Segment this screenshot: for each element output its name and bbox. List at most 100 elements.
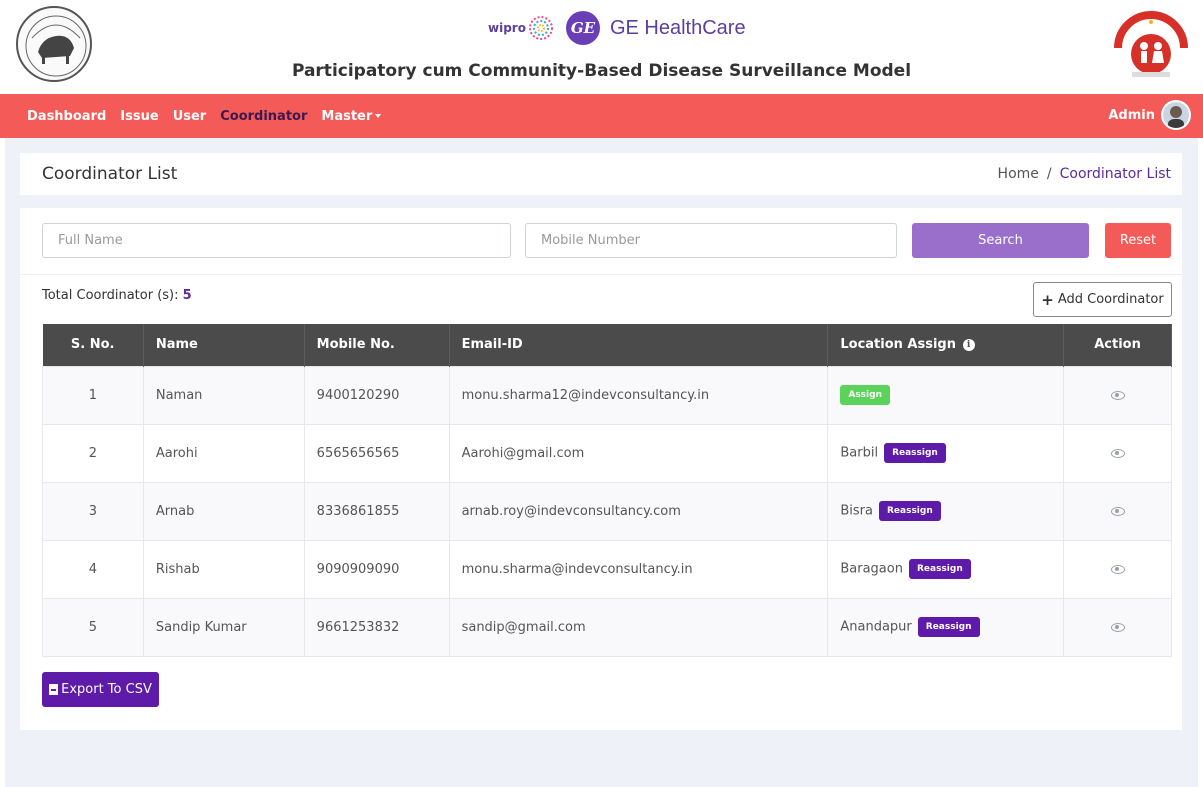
cell-name: Naman [142,365,305,425]
full-name-input[interactable]: Full Name [42,223,511,258]
breadcrumb-current: Coordinator List [1059,166,1171,182]
cell-email: sandip@gmail.com [448,597,829,657]
cell-sno: 5 [42,597,144,657]
nav-item-master[interactable]: Master [321,108,382,124]
cell-mobile: 9661253832 [303,597,450,657]
total-label: Total Coordinator (s): [42,288,179,303]
nav-item-master-label: Master [321,108,373,124]
site-header: wipro GE GE HealthCare Participatory cum… [0,0,1203,94]
wipro-dots-icon [528,16,553,40]
export-csv-label: Export To CSV [61,682,152,697]
admin-menu[interactable]: Admin [1108,100,1191,130]
caret-down-icon [375,114,382,118]
nav-item-dashboard[interactable]: Dashboard [27,109,106,124]
cell-mobile: 8336861855 [303,481,450,541]
page-title-bar: Coordinator List Home / Coordinator List [20,153,1182,195]
column-header-email: Email-ID [449,324,829,366]
page-title: Coordinator List [42,164,178,184]
cell-location: Bisra Reassign [827,481,1065,541]
eye-icon[interactable] [1110,564,1125,574]
eye-icon[interactable] [1110,622,1125,632]
breadcrumb-separator: / [1046,166,1052,182]
nav-item-coordinator[interactable]: Coordinator [220,109,307,124]
table-row: 4 Rishab 9090909090 monu.sharma@indevcon… [42,539,1172,599]
table-row: 1 Naman 9400120290 monu.sharma12@indevco… [42,365,1172,425]
table-row: 5 Sandip Kumar 9661253832 sandip@gmail.c… [42,597,1172,657]
mobile-number-input[interactable]: Mobile Number [525,223,897,258]
cell-action [1063,539,1172,599]
export-csv-button[interactable]: Export To CSV [42,672,159,707]
column-header-sno: S. No. [42,324,144,366]
eye-icon[interactable] [1110,448,1125,458]
nav-menu: Dashboard Issue User Coordinator Master [27,94,395,138]
eye-icon[interactable] [1110,390,1125,400]
wipro-logo: wipro [488,21,526,35]
cell-name: Rishab [142,539,305,599]
cell-sno: 1 [42,365,144,425]
cell-action [1063,597,1172,657]
partner-logos: wipro GE GE HealthCare [488,10,746,46]
location-name: Barbil [840,445,879,461]
plus-icon: + [1041,290,1054,309]
add-coordinator-button[interactable]: + Add Coordinator [1033,282,1172,317]
cell-email: monu.sharma@indevconsultancy.in [448,539,829,599]
file-icon [49,684,59,695]
cell-location: Anandapur Reassign [827,597,1065,657]
reassign-button[interactable]: Reassign [908,559,971,579]
nav-item-user[interactable]: User [173,109,207,124]
column-header-action: Action [1063,324,1172,366]
total-coordinators: Total Coordinator (s): 5 [42,288,192,303]
cell-mobile: 9090909090 [303,539,450,599]
breadcrumb-home[interactable]: Home [998,166,1039,182]
cell-sno: 2 [42,423,144,483]
location-name: Anandapur [840,619,912,635]
reset-button[interactable]: Reset [1105,223,1171,258]
cell-location: Baragaon Reassign [827,539,1065,599]
column-header-location-label: Location Assign [840,337,956,353]
nhm-logo [1114,11,1188,77]
cell-name: Arnab [142,481,305,541]
location-name: Bisra [840,503,873,519]
column-header-mobile: Mobile No. [304,324,450,366]
reassign-button[interactable]: Reassign [917,617,980,637]
site-title: Participatory cum Community-Based Diseas… [291,61,912,81]
cell-email: arnab.roy@indevconsultancy.com [448,481,829,541]
table-row: 3 Arnab 8336861855 arnab.roy@indevconsul… [42,481,1172,541]
cell-action [1063,481,1172,541]
cell-sno: 4 [42,539,144,599]
search-button[interactable]: Search [912,223,1089,258]
location-name: Baragaon [840,561,903,577]
admin-label: Admin [1108,107,1155,123]
column-header-name: Name [143,324,305,366]
cell-email: Aarohi@gmail.com [448,423,829,483]
assign-button[interactable]: Assign [840,385,890,405]
avatar[interactable] [1161,100,1191,130]
cell-sno: 3 [42,481,144,541]
cell-action [1063,365,1172,425]
cell-action [1063,423,1172,483]
eye-icon[interactable] [1110,506,1125,516]
reassign-button[interactable]: Reassign [878,501,941,521]
reassign-button[interactable]: Reassign [884,443,946,463]
cell-name: Aarohi [142,423,305,483]
coordinator-card: Full Name Mobile Number Search Reset Tot… [20,208,1182,730]
cell-mobile: 6565656565 [303,423,450,483]
table-row: 2 Aarohi 6565656565 Aarohi@gmail.com Bar… [42,423,1172,483]
nav-item-issue[interactable]: Issue [120,109,158,124]
main-navbar: Dashboard Issue User Coordinator Master … [0,94,1203,138]
breadcrumb: Home / Coordinator List [998,166,1171,182]
total-count: 5 [182,288,192,303]
table-header-row: S. No. Name Mobile No. Email-ID Location… [42,324,1172,366]
cell-location: Barbil Reassign [827,423,1065,483]
divider [20,274,1182,275]
add-coordinator-label: Add Coordinator [1057,292,1164,307]
cell-email: monu.sharma12@indevconsultancy.in [448,365,829,425]
coordinator-table: S. No. Name Mobile No. Email-ID Location… [42,324,1172,657]
cell-mobile: 9400120290 [303,365,450,425]
ge-healthcare-label: GE HealthCare [609,16,746,39]
column-header-location: Location Assign i [827,324,1065,366]
ge-monogram-logo: GE [565,11,600,45]
cell-location: Assign [827,365,1065,425]
cell-name: Sandip Kumar [142,597,305,657]
info-icon[interactable]: i [962,338,975,351]
